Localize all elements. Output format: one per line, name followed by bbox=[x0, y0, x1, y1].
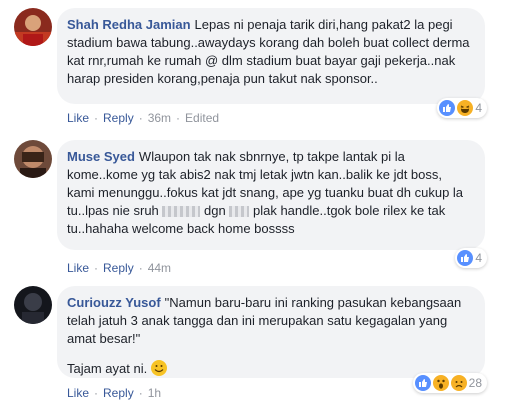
like-link[interactable]: Like bbox=[67, 111, 89, 125]
reply-link[interactable]: Reply bbox=[103, 261, 134, 275]
avatar[interactable] bbox=[14, 140, 52, 178]
timestamp[interactable]: 36m bbox=[148, 111, 171, 125]
comment-author[interactable]: Muse Syed bbox=[67, 149, 135, 164]
blurred-text bbox=[229, 206, 250, 218]
reaction-summary[interactable]: 28 bbox=[412, 373, 487, 393]
reaction-count: 28 bbox=[468, 376, 482, 390]
comment-text: Tajam ayat ni. bbox=[67, 361, 148, 376]
comment-bubble: Curiouzz Yusof "Namun baru-baru ini ranki… bbox=[57, 286, 485, 378]
comment-actions: Like · Reply · 44m bbox=[67, 261, 172, 275]
reaction-count: 4 bbox=[475, 251, 482, 265]
reply-link[interactable]: Reply bbox=[103, 386, 134, 400]
blurred-text bbox=[162, 206, 201, 218]
like-reaction-icon bbox=[457, 250, 474, 266]
like-reaction-icon bbox=[414, 375, 431, 391]
reply-link[interactable]: Reply bbox=[103, 111, 134, 125]
reaction-summary[interactable]: 4 bbox=[455, 248, 487, 268]
comment-author[interactable]: Curiouzz Yusof bbox=[67, 295, 161, 310]
like-link[interactable]: Like bbox=[67, 261, 89, 275]
comment-actions: Like · Reply · 1h bbox=[67, 386, 162, 400]
comment-author[interactable]: Shah Redha Jamian bbox=[67, 17, 191, 32]
avatar[interactable] bbox=[14, 286, 52, 324]
sad-reaction-icon bbox=[450, 375, 467, 391]
comment-bubble: Shah Redha Jamian Lepas ni penaja tarik d… bbox=[57, 8, 485, 104]
timestamp[interactable]: 1h bbox=[148, 386, 161, 400]
comment-text: dgn bbox=[204, 203, 226, 218]
reaction-summary[interactable]: 4 bbox=[437, 98, 487, 118]
edited-label[interactable]: Edited bbox=[185, 111, 219, 125]
comment-bubble: Muse Syed Wlaupon tak nak sbnrnye, tp tak… bbox=[57, 140, 485, 250]
haha-reaction-icon bbox=[457, 100, 474, 116]
wow-reaction-icon bbox=[432, 375, 449, 391]
reaction-count: 4 bbox=[475, 101, 482, 115]
comment-actions: Like · Reply · 36m · Edited bbox=[67, 111, 220, 125]
smile-emoji-icon bbox=[150, 360, 167, 376]
like-link[interactable]: Like bbox=[67, 386, 89, 400]
timestamp[interactable]: 44m bbox=[148, 261, 171, 275]
like-reaction-icon bbox=[439, 100, 456, 116]
avatar[interactable] bbox=[14, 8, 52, 46]
